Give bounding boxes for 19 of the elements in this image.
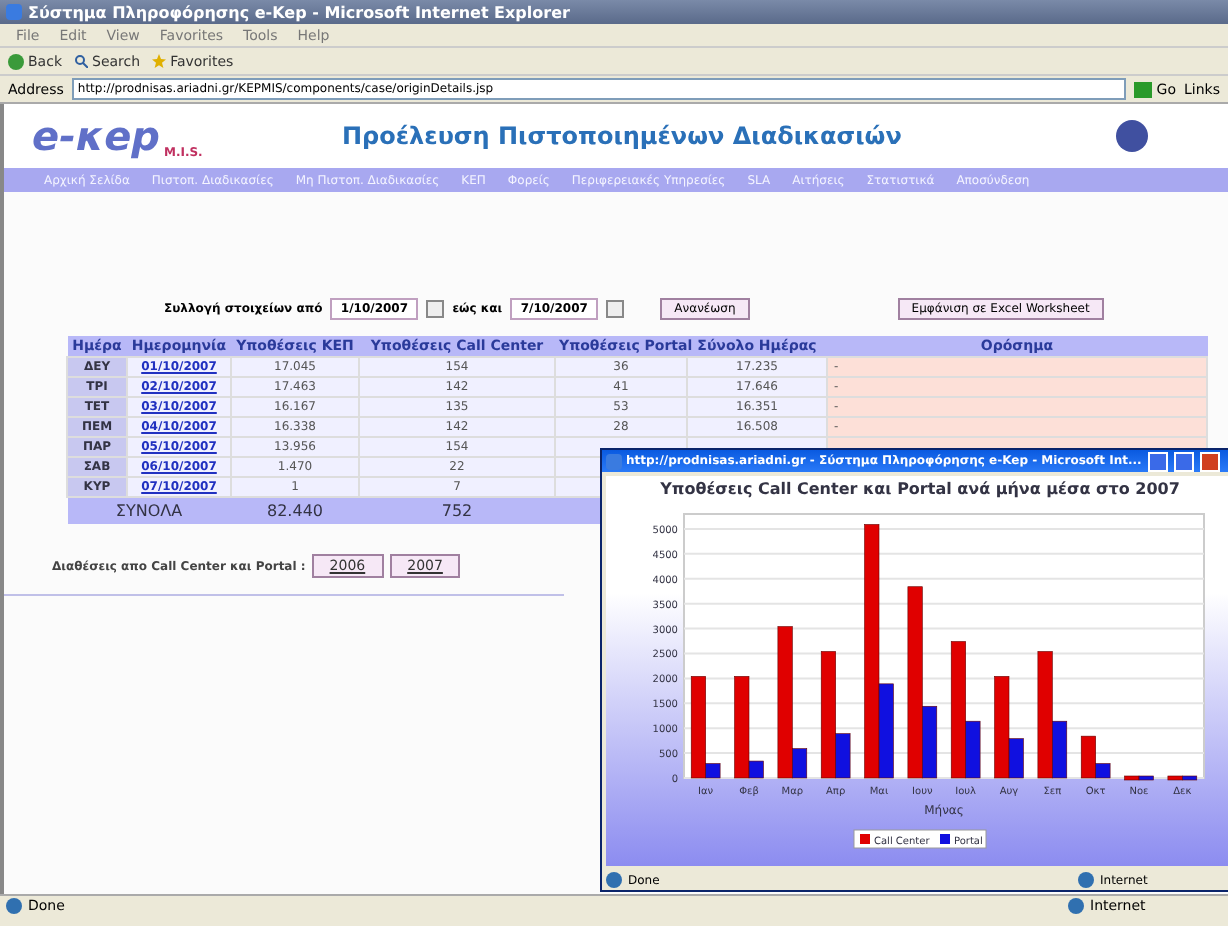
- search-icon: [74, 54, 88, 68]
- totals-cell: 752: [359, 497, 555, 524]
- totals-cell: 82.440: [231, 497, 359, 524]
- minimize-button[interactable]: [1147, 451, 1168, 471]
- legend-background: [853, 829, 987, 849]
- logo-text: e-κep: [32, 112, 160, 160]
- window-title-text: Σύστημα Πληροφόρησης e-Kep - Microsoft Internet Explorer: [28, 3, 570, 21]
- browser-icon: [6, 4, 22, 20]
- maximize-button[interactable]: [1173, 451, 1194, 471]
- star-icon: [152, 54, 167, 68]
- chart-title: Υποθέσεις Call Center και Portal ανά μήνα μέσα στο 2007: [660, 478, 1180, 498]
- calendar-icon[interactable]: [426, 300, 445, 318]
- calendar-icon[interactable]: [606, 300, 625, 318]
- totals-label: ΣΥΝΟΛΑ: [67, 497, 231, 524]
- page-icon: [6, 897, 22, 913]
- close-button[interactable]: [1199, 451, 1220, 471]
- page-title: Προέλευση Πιστοποιημένων Διαδικασιών: [340, 122, 904, 150]
- browser-icon: [606, 453, 622, 469]
- page-icon: [606, 872, 622, 888]
